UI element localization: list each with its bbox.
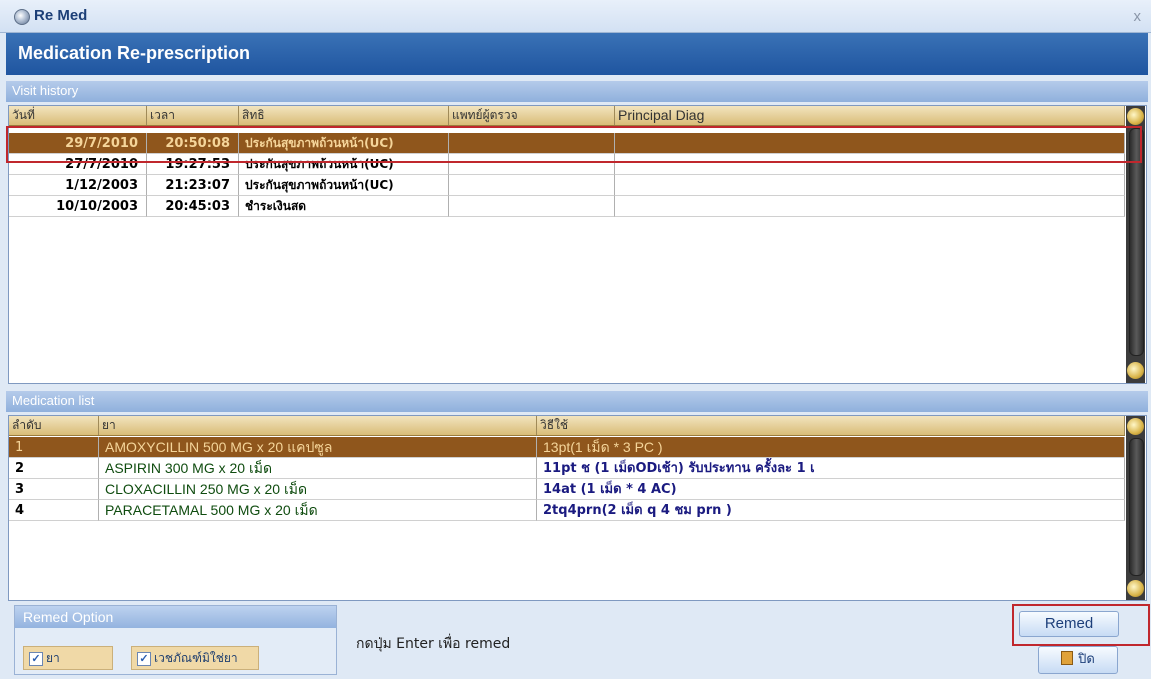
col-time[interactable]: เวลา — [147, 106, 239, 125]
visit-history-title: Visit history — [12, 83, 79, 98]
scroll-down-icon[interactable] — [1127, 580, 1144, 597]
drug-checkbox[interactable]: ✓ ยา — [23, 646, 113, 670]
med-drug: ASPIRIN 300 MG x 20 เม็ด — [99, 458, 537, 479]
scroll-up-icon[interactable] — [1127, 418, 1144, 435]
window-titlebar: Re Med x — [0, 0, 1151, 33]
medication-header-row: ลำดับ ยา วิธีใช้ — [9, 416, 1125, 436]
scroll-down-icon[interactable] — [1127, 362, 1144, 379]
med-seq: 2 — [9, 458, 99, 479]
visit-history-section-bar: Visit history — [6, 81, 1148, 102]
col-seq[interactable]: ลำดับ — [9, 416, 99, 435]
col-usage[interactable]: วิธีใช้ — [537, 416, 1125, 435]
col-principal-diag[interactable]: Principal Diag — [615, 106, 1125, 125]
med-drug: CLOXACILLIN 250 MG x 20 เม็ด — [99, 479, 537, 500]
visit-doctor — [449, 196, 615, 217]
page-header: Medication Re-prescription — [6, 33, 1148, 75]
col-drug[interactable]: ยา — [99, 416, 537, 435]
med-usage: 14at (1 เม็ด * 4 AC) — [537, 479, 1125, 500]
supply-checkbox-label: เวชภัณฑ์มิใช่ยา — [154, 651, 238, 665]
table-row[interactable]: 3 CLOXACILLIN 250 MG x 20 เม็ด 14at (1 เ… — [9, 479, 1125, 500]
remed-option-title-bar: Remed Option — [15, 606, 336, 628]
drug-checkbox-label: ยา — [46, 651, 60, 665]
scroll-up-icon[interactable] — [1127, 108, 1144, 125]
col-date[interactable]: วันที่ — [9, 106, 147, 125]
close-icon[interactable]: x — [1134, 8, 1142, 25]
remed-option-panel: Remed Option ✓ ยา ✓ เวชภัณฑ์มิใช่ยา — [14, 605, 337, 675]
medication-list-scrollbar[interactable] — [1126, 416, 1145, 600]
enter-hint: กดปุ่ม Enter เพื่อ remed — [356, 636, 511, 652]
med-seq: 1 — [9, 437, 99, 458]
med-usage: 13pt(1 เม็ด * 3 PC ) — [537, 437, 1125, 458]
close-button[interactable]: ปิด — [1038, 646, 1118, 674]
visit-diag — [615, 196, 1125, 217]
app-icon — [14, 9, 30, 25]
scroll-thumb[interactable] — [1129, 438, 1144, 576]
checkbox-checked-icon: ✓ — [29, 652, 43, 666]
col-doctor[interactable]: แพทย์ผู้ตรวจ — [449, 106, 615, 125]
supply-checkbox[interactable]: ✓ เวชภัณฑ์มิใช่ยา — [131, 646, 259, 670]
selection-highlight — [6, 126, 1142, 163]
visit-right: ประกันสุขภาพถ้วนหน้า(UC) — [239, 175, 449, 196]
med-usage: 2tq4prn(2 เม็ด q 4 ชม prn ) — [537, 500, 1125, 521]
app-title: Re Med — [34, 7, 88, 24]
medication-list-section-bar: Medication list — [6, 391, 1148, 412]
col-right[interactable]: สิทธิ — [239, 106, 449, 125]
close-button-label: ปิด — [1078, 652, 1095, 667]
table-row[interactable]: 1 AMOXYCILLIN 500 MG x 20 แคปซูล 13pt(1 … — [9, 437, 1125, 458]
page-title: Medication Re-prescription — [18, 43, 251, 63]
visit-history-header-row: วันที่ เวลา สิทธิ แพทย์ผู้ตรวจ Principal… — [9, 106, 1125, 126]
visit-date: 1/12/2003 — [9, 175, 147, 196]
med-usage: 11pt ช (1 เม็ดODเช้า) รับประทาน ครั้งละ … — [537, 458, 1125, 479]
visit-diag — [615, 175, 1125, 196]
visit-time: 21:23:07 — [147, 175, 239, 196]
med-drug: PARACETAMAL 500 MG x 20 เม็ด — [99, 500, 537, 521]
med-seq: 4 — [9, 500, 99, 521]
remed-option-title: Remed Option — [23, 609, 114, 625]
medication-list-title: Medication list — [12, 393, 95, 408]
visit-time: 20:45:03 — [147, 196, 239, 217]
table-row[interactable]: 10/10/2003 20:45:03 ชำระเงินสด — [9, 196, 1125, 217]
table-row[interactable]: 4 PARACETAMAL 500 MG x 20 เม็ด 2tq4prn(2… — [9, 500, 1125, 521]
checkbox-checked-icon: ✓ — [137, 652, 151, 666]
remed-button[interactable]: Remed — [1019, 611, 1119, 637]
visit-date: 10/10/2003 — [9, 196, 147, 217]
visit-right: ชำระเงินสด — [239, 196, 449, 217]
exit-door-icon — [1061, 651, 1074, 665]
table-row[interactable]: 2 ASPIRIN 300 MG x 20 เม็ด 11pt ช (1 เม็… — [9, 458, 1125, 479]
table-row[interactable]: 1/12/2003 21:23:07 ประกันสุขภาพถ้วนหน้า(… — [9, 175, 1125, 196]
med-drug: AMOXYCILLIN 500 MG x 20 แคปซูล — [99, 437, 537, 458]
medication-list-grid: ลำดับ ยา วิธีใช้ 1 AMOXYCILLIN 500 MG x … — [8, 415, 1147, 601]
med-seq: 3 — [9, 479, 99, 500]
visit-doctor — [449, 175, 615, 196]
